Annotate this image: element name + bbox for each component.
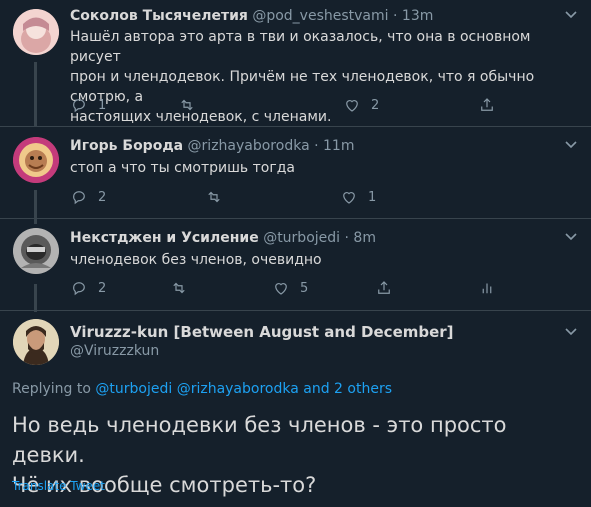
tweet[interactable]: Некстджен и Усиление @turbojedi · 8m чле… [0,219,591,311]
chevron-down-icon[interactable] [563,323,579,343]
like-icon [275,283,287,295]
tweet[interactable]: Соколов Тысячелетия @pod_veshestvami · 1… [0,0,591,126]
like-button[interactable]: 5 [272,279,308,297]
tweet-text: членодевок без членов, очевидно [70,250,575,270]
translate-tweet-link[interactable]: Translate Tweet [12,479,105,493]
share-button[interactable] [478,96,496,114]
separator: · [393,8,398,24]
author-handle[interactable]: @rizhayaborodka [188,138,310,154]
reply-icon [73,99,85,113]
reply-count: 2 [98,189,107,205]
tweet-text-line: стоп а что ты смотришь тогда [70,160,295,176]
analytics-button[interactable] [478,279,496,297]
avatar[interactable] [13,228,59,274]
tweet[interactable]: Игорь Борода @rizhayaborodka · 11m стоп … [0,127,591,219]
like-button[interactable]: 2 [343,96,379,114]
replying-to: Replying to @turbojedi @rizhayaborodka a… [12,381,392,397]
like-count: 2 [371,97,380,113]
tweet-text-line: прон и члендодевок. Причём не тех членод… [70,69,535,105]
retweet-icon [208,191,220,203]
tweet-text-line: членодевок без членов, очевидно [70,252,322,268]
reply-icon [73,191,85,205]
chevron-down-icon[interactable] [563,136,579,156]
author-handle[interactable]: @Viruzzzkun [70,343,454,359]
author-name[interactable]: Игорь Борода [70,138,183,154]
reply-count: 2 [98,280,107,296]
separator: · [314,138,319,154]
like-count: 5 [300,280,309,296]
avatar[interactable] [13,137,59,183]
author-handle[interactable]: @turbojedi [263,230,340,246]
retweet-button[interactable] [178,96,196,114]
tweet-text: Нашёл автора это арта в тви и оказалось,… [70,27,575,127]
reply-button[interactable]: 2 [70,279,106,297]
share-icon [378,281,390,294]
timestamp[interactable]: 8m [353,230,376,246]
retweet-button[interactable] [170,279,188,297]
replying-prefix: Replying to [12,381,91,397]
timestamp[interactable]: 11m [323,138,354,154]
tweet-text-line: Нашёл автора это арта в тви и оказалось,… [70,29,531,65]
tweet-text-line: настоящих членодевок, с членами. [70,109,332,125]
timestamp[interactable]: 13m [402,8,433,24]
author-name[interactable]: Некстджен и Усиление [70,230,259,246]
chevron-down-icon[interactable] [563,6,579,26]
like-icon [346,100,358,112]
others-link[interactable]: and 2 others [303,381,392,397]
like-icon [343,192,355,204]
reply-count: 1 [98,97,107,113]
like-button[interactable]: 1 [340,188,376,206]
retweet-icon [181,99,193,111]
avatar[interactable] [13,9,59,55]
main-tweet-text-line: Но ведь членодевки без членов - это прос… [12,413,507,467]
avatar[interactable] [13,319,59,365]
reply-button[interactable]: 1 [70,96,106,114]
like-count: 1 [368,189,377,205]
divider [0,310,591,311]
mention-link[interactable]: @rizhayaborodka [177,381,299,397]
author-name[interactable]: Соколов Тысячелетия [70,8,248,24]
tweet-text: стоп а что ты смотришь тогда [70,158,575,178]
reply-icon [73,282,85,296]
author-name[interactable]: Viruzzz-kun [Between August and December… [70,323,454,341]
reply-button[interactable]: 2 [70,188,106,206]
chevron-down-icon[interactable] [563,228,579,248]
retweet-icon [173,282,185,294]
analytics-icon [482,283,492,294]
share-button[interactable] [375,279,393,297]
retweet-button[interactable] [205,188,223,206]
mention-link[interactable]: @turbojedi [95,381,172,397]
share-icon [481,98,493,111]
separator: · [344,230,349,246]
author-handle[interactable]: @pod_veshestvami [252,8,388,24]
